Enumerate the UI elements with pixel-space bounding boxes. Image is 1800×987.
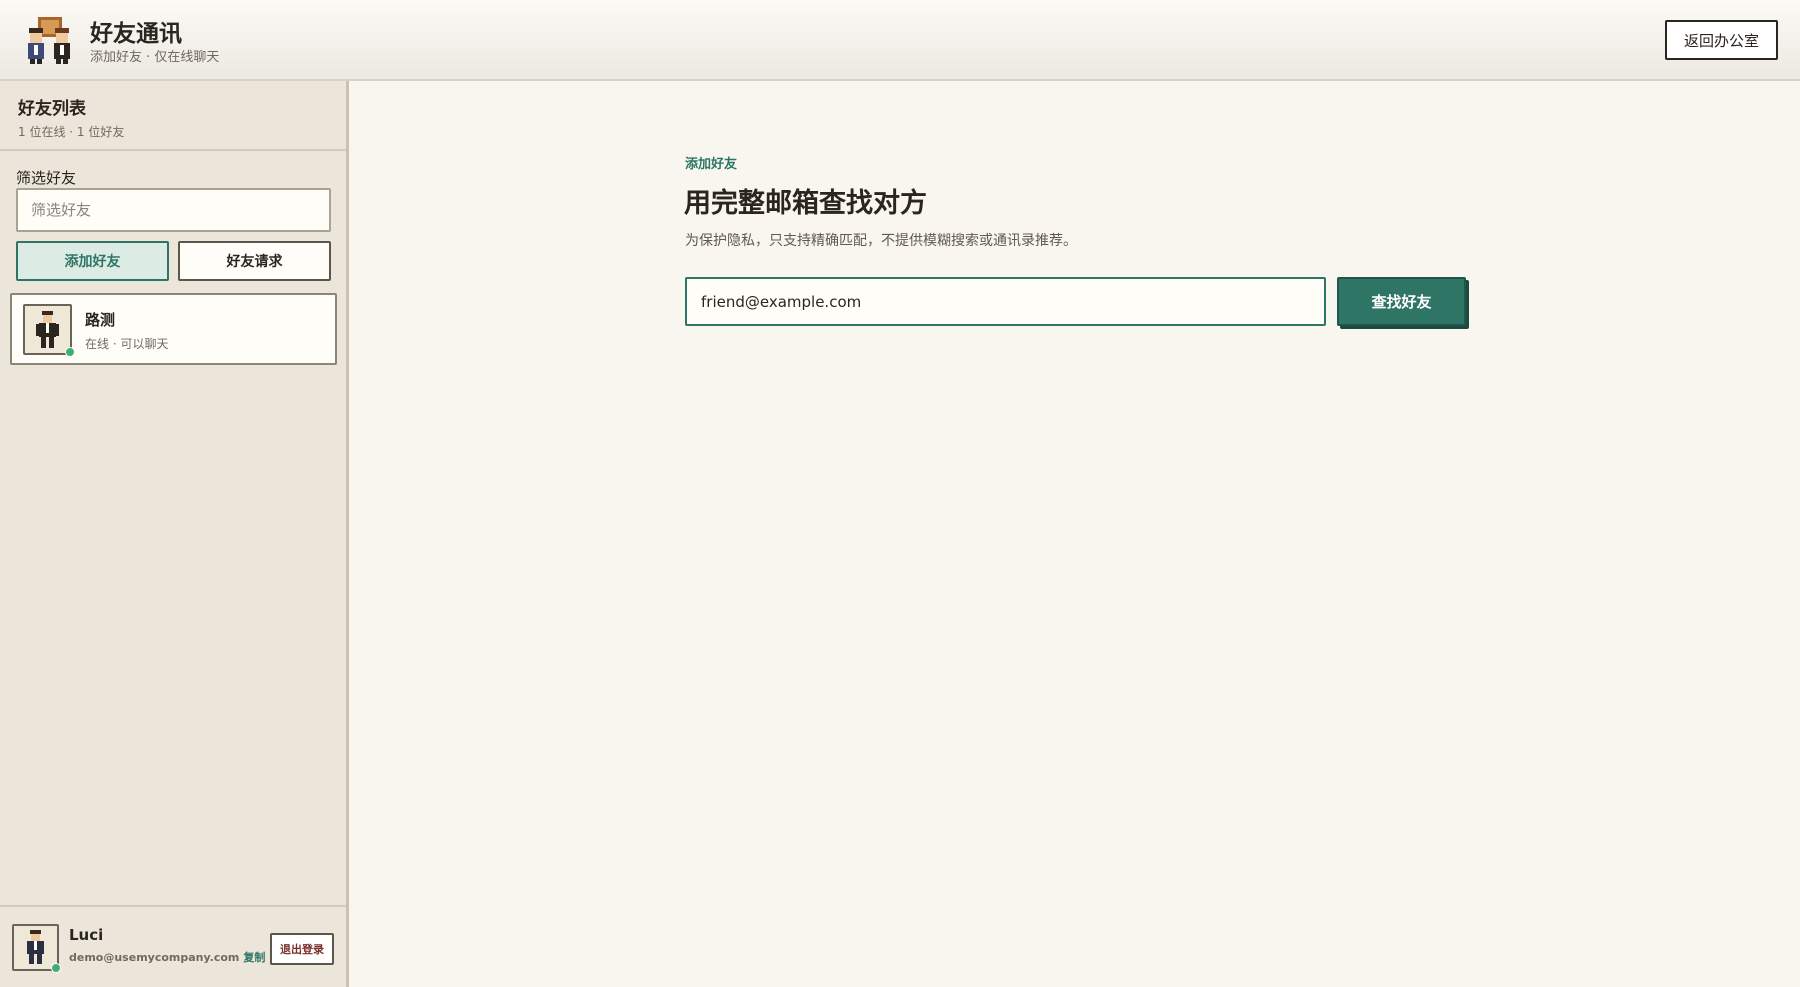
email-search-input[interactable] [685, 277, 1326, 326]
friend-name: 路测 [85, 311, 116, 329]
online-status-icon [65, 347, 75, 357]
sidebar-header: 好友列表 1 位在线 · 1 位好友 [0, 81, 346, 151]
app-subtitle: 添加好友 · 仅在线聊天 [90, 50, 220, 65]
page-title: 用完整邮箱查找对方 [684, 188, 927, 219]
back-to-office-button[interactable]: 返回办公室 [1664, 20, 1778, 60]
online-count: 1 位在线 · 1 位好友 [18, 125, 125, 139]
top-bar: 好友通讯 添加好友 · 仅在线聊天 返回办公室 [0, 0, 1800, 81]
add-friend-panel: 添加好友 用完整邮箱查找对方 为保护隐私，只支持精确匹配，不提供模糊搜索或通讯录… [349, 81, 1800, 987]
avatar [23, 304, 75, 357]
current-user-email: demo@usemycompany.com 复制 [69, 949, 265, 965]
sidebar-title: 好友列表 [18, 99, 86, 119]
avatar [12, 924, 61, 973]
office-logo-icon [28, 17, 70, 64]
person-avatar-icon [36, 311, 59, 348]
app-title: 好友通讯 [90, 21, 182, 47]
copy-email-link[interactable]: 复制 [243, 951, 265, 964]
friends-sidebar: 好友列表 1 位在线 · 1 位好友 筛选好友 添加好友 好友请求 路测 在线 … [0, 81, 349, 987]
online-status-icon [51, 963, 61, 973]
logout-button[interactable]: 退出登录 [270, 933, 334, 965]
filter-label: 筛选好友 [16, 169, 77, 187]
current-user-panel: Luci demo@usemycompany.com 复制 退出登录 [0, 905, 346, 987]
email-text: demo@usemycompany.com [69, 951, 240, 964]
person-avatar-icon [27, 930, 44, 964]
tab-add-friend[interactable]: 添加好友 [16, 241, 169, 281]
find-friend-button[interactable]: 查找好友 [1337, 277, 1466, 326]
friend-status: 在线 · 可以聊天 [85, 337, 169, 351]
tab-friend-requests[interactable]: 好友请求 [178, 241, 331, 281]
privacy-description: 为保护隐私，只支持精确匹配，不提供模糊搜索或通讯录推荐。 [685, 233, 1077, 249]
friend-list-item[interactable]: 路测 在线 · 可以聊天 [10, 293, 337, 365]
current-user-name: Luci [69, 926, 104, 944]
filter-friends-input[interactable] [16, 188, 331, 232]
section-eyebrow: 添加好友 [685, 157, 738, 172]
